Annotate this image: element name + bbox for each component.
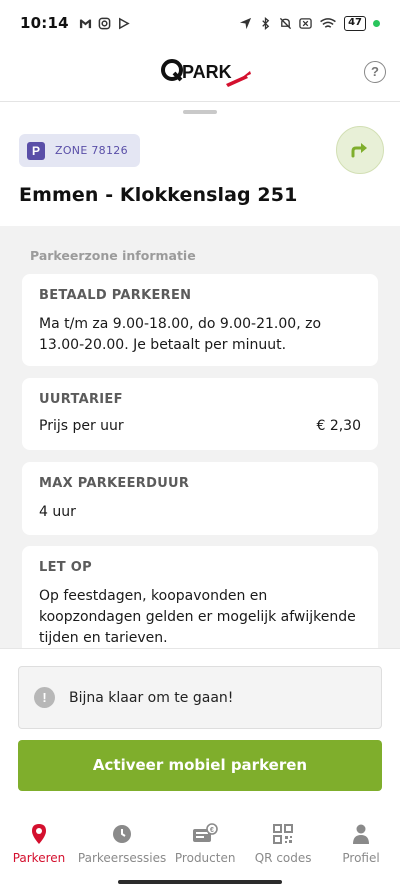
- card-heading: BETAALD PARKEREN: [39, 288, 192, 303]
- card-body: 4 uur: [39, 504, 76, 520]
- price-label: Prijs per uur: [39, 418, 124, 434]
- nav-item-profiel[interactable]: Profiel: [322, 815, 400, 875]
- bottom-panel: ! Bijna klaar om te gaan! Activeer mobie…: [0, 648, 400, 890]
- nav-label: Producten: [174, 851, 236, 865]
- status-left-icons: [79, 17, 130, 30]
- battery-icon: 47: [344, 15, 366, 31]
- turn-right-arrow-icon: [351, 143, 367, 158]
- nav-item-producten[interactable]: € Producten: [166, 815, 244, 875]
- nav-label: Profiel: [342, 851, 380, 865]
- activate-mobile-parking-button[interactable]: Activeer mobiel parkeren: [18, 740, 382, 791]
- instagram-icon: [98, 17, 111, 29]
- card-heading: UURTARIEF: [39, 392, 123, 407]
- clock-icon: [113, 825, 132, 843]
- price-value: € 2,30: [316, 418, 361, 434]
- directions-button[interactable]: [336, 126, 384, 174]
- zone-label: ZONE 78126: [55, 144, 128, 157]
- notice-text: Bijna klaar om te gaan!: [69, 689, 234, 706]
- app-header: PARK ?: [0, 46, 400, 102]
- play-icon: [118, 17, 130, 29]
- nav-item-parkeren[interactable]: Parkeren: [0, 815, 78, 875]
- qpark-logo: PARK: [161, 59, 251, 87]
- zone-info-section[interactable]: Parkeerzone informatie BETAALD PARKEREN …: [0, 226, 400, 648]
- sheet-drag-handle[interactable]: [183, 110, 217, 114]
- nav-label: QR codes: [254, 851, 312, 865]
- svg-text:PARK: PARK: [182, 62, 232, 82]
- privacy-indicator-dot: [373, 19, 380, 27]
- section-title: Parkeerzone informatie: [30, 248, 196, 263]
- parking-icon: P: [27, 141, 45, 160]
- card-body: Op feestdagen, koopavonden en koopzondag…: [39, 588, 356, 646]
- qr-code-icon: [273, 824, 294, 844]
- zone-title: Emmen - Klokkenslag 251: [19, 184, 298, 206]
- info-card-hourly-rate: UURTARIEF Prijs per uur € 2,30: [22, 378, 378, 450]
- bluetooth-icon: [262, 16, 270, 30]
- status-bar: 10:14 47: [0, 0, 400, 46]
- nav-label: Parkeersessies: [77, 851, 167, 865]
- card-heading: LET OP: [39, 560, 92, 575]
- gmail-icon: [79, 18, 91, 28]
- info-card-note: LET OP Op feestdagen, koopavonden en koo…: [22, 546, 378, 648]
- nav-label: Parkeren: [12, 851, 66, 865]
- mute-icon: [280, 17, 292, 29]
- card-body: Ma t/m za 9.00-18.00, do 9.00-21.00, zo …: [39, 316, 322, 353]
- info-alert-icon: !: [34, 687, 55, 708]
- close-box-icon: [299, 17, 312, 29]
- bottom-nav: Parkeren Parkeersessies € Producten QR c…: [0, 815, 400, 875]
- location-icon: [240, 17, 252, 29]
- wifi-icon: [320, 17, 336, 28]
- nav-item-qr-codes[interactable]: QR codes: [244, 815, 322, 875]
- notice-banner: ! Bijna klaar om te gaan!: [18, 666, 382, 729]
- svg-text:€: €: [210, 827, 214, 834]
- nav-item-parkeersessies[interactable]: Parkeersessies: [78, 815, 166, 875]
- person-icon: [353, 824, 370, 844]
- price-row: Prijs per uur € 2,30: [39, 418, 361, 434]
- status-time: 10:14: [20, 14, 69, 32]
- status-right-icons: 47: [239, 15, 380, 31]
- home-indicator[interactable]: [118, 880, 282, 884]
- help-button[interactable]: ?: [364, 61, 386, 83]
- card-heading: MAX PARKEERDUUR: [39, 476, 190, 491]
- info-card-max-duration: MAX PARKEERDUUR 4 uur: [22, 462, 378, 535]
- info-card-paid-parking: BETAALD PARKEREN Ma t/m za 9.00-18.00, d…: [22, 274, 378, 366]
- zone-sheet-header: P ZONE 78126 Emmen - Klokkenslag 251: [0, 102, 400, 226]
- zone-badge: P ZONE 78126: [19, 134, 140, 167]
- ticket-icon: €: [193, 823, 218, 842]
- location-pin-icon: [31, 824, 46, 844]
